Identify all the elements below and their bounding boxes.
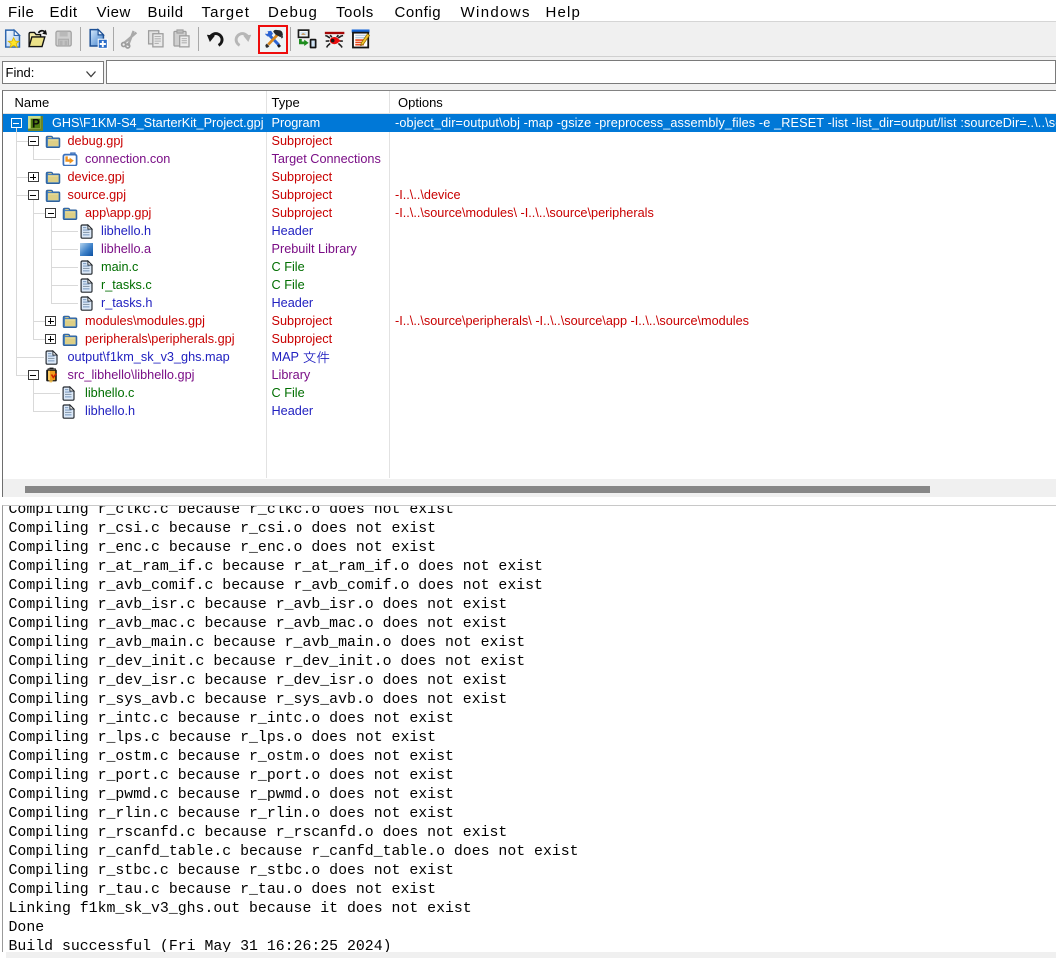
svg-text:P: P — [32, 118, 40, 130]
